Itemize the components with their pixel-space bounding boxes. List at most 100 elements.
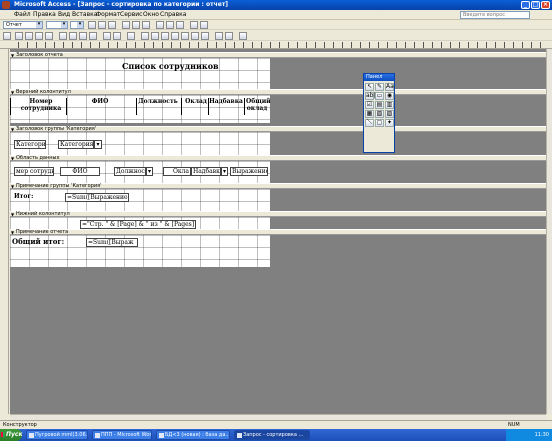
field-total-expression[interactable]: Выражение1 xyxy=(230,167,268,176)
menu-window[interactable]: Окно xyxy=(143,11,159,19)
section-page-header[interactable]: Номер сотрудника ФИО Должность Оклад Над… xyxy=(10,95,271,123)
column-header-position[interactable]: Должность xyxy=(136,98,180,105)
maximize-button[interactable]: □ xyxy=(531,1,540,9)
field-position[interactable]: Должност xyxy=(114,167,146,176)
column-header-employee-number[interactable]: Номер сотрудника xyxy=(18,98,64,112)
column-header-bonus[interactable]: Надбавка xyxy=(208,98,244,105)
taskbar-item-2[interactable]: ППП - Microsoft Word xyxy=(92,430,152,440)
more-controls-icon[interactable]: ✦ xyxy=(385,119,394,127)
underline-icon[interactable] xyxy=(108,21,116,29)
font-combo[interactable] xyxy=(46,21,68,29)
section-group-header[interactable]: Категория Категория ▾ xyxy=(10,132,270,155)
align-center-icon[interactable] xyxy=(132,21,140,29)
bound-object-icon[interactable]: ▨ xyxy=(385,110,394,118)
save-icon[interactable] xyxy=(15,32,23,40)
control-wizards-icon[interactable]: ✎ xyxy=(375,83,384,91)
font-color-icon[interactable] xyxy=(166,21,174,29)
object-combo[interactable]: Отчет xyxy=(3,21,43,29)
undo-icon[interactable] xyxy=(103,32,111,40)
column-header-salary[interactable]: Оклад xyxy=(182,98,210,105)
option-button-icon[interactable]: ◉ xyxy=(385,92,394,100)
toolbox-palette[interactable]: Панел ↖ ✎ Aa ab| ▭ ◉ ☑ ▤ ▥ ▦ ▧ ▨ ＼ ▢ ✦ xyxy=(363,73,395,153)
option-group-icon[interactable]: ▭ xyxy=(375,92,384,100)
field-employee-number[interactable]: мер сотрудн xyxy=(14,167,54,176)
toolbox-icon[interactable] xyxy=(151,32,159,40)
column-header-total-salary[interactable]: Общий оклад xyxy=(246,98,271,112)
unbound-object-icon[interactable]: ▧ xyxy=(375,110,384,118)
minimize-button[interactable]: _ xyxy=(521,1,530,9)
start-button[interactable]: Пуск xyxy=(0,429,23,441)
section-report-header[interactable]: Список сотрудников xyxy=(10,58,270,89)
textbox-tool-icon[interactable]: ab| xyxy=(365,92,376,100)
bold-icon[interactable] xyxy=(88,21,96,29)
label-tool-icon[interactable]: Aa xyxy=(385,83,394,91)
view-icon[interactable] xyxy=(3,32,11,40)
fill-color-icon[interactable] xyxy=(156,21,164,29)
build-icon[interactable] xyxy=(201,32,209,40)
format-painter-icon[interactable] xyxy=(89,32,97,40)
group-field-dropdown-icon[interactable]: ▾ xyxy=(94,140,102,149)
menu-format[interactable]: Формат xyxy=(96,11,120,19)
select-objects-icon[interactable]: ↖ xyxy=(365,83,374,91)
line-color-icon[interactable] xyxy=(176,21,184,29)
position-dropdown-icon[interactable]: ▾ xyxy=(146,167,153,176)
align-right-icon[interactable] xyxy=(142,21,150,29)
field-list-icon[interactable] xyxy=(141,32,149,40)
page-number-expression[interactable]: ="Стр. " & [Page] & " из " & [Pages] xyxy=(80,220,196,229)
properties-icon[interactable] xyxy=(191,32,199,40)
code-icon[interactable] xyxy=(181,32,189,40)
report-total-expression[interactable]: =Sum([Выраж xyxy=(86,238,138,247)
checkbox-tool-icon[interactable]: ☑ xyxy=(365,101,374,109)
redo-icon[interactable] xyxy=(113,32,121,40)
preview-icon[interactable] xyxy=(35,32,43,40)
vertical-scrollbar[interactable] xyxy=(546,49,552,414)
align-left-icon[interactable] xyxy=(122,21,130,29)
section-detail[interactable]: мер сотрудн ФИО Должност ▾ Окла Надбавка… xyxy=(10,161,270,183)
paste-icon[interactable] xyxy=(79,32,87,40)
italic-icon[interactable] xyxy=(98,21,106,29)
group-total-expression[interactable]: =Sum([Выражение1]) xyxy=(65,193,129,202)
menu-view[interactable]: Вид xyxy=(58,11,70,19)
field-salary[interactable]: Окла xyxy=(163,167,191,176)
menu-tools[interactable]: Сервис xyxy=(120,11,142,19)
combo-box-icon[interactable]: ▤ xyxy=(375,101,384,109)
list-box-icon[interactable]: ▥ xyxy=(385,101,394,109)
help-search-input[interactable]: Введите вопрос xyxy=(460,11,530,19)
cut-icon[interactable] xyxy=(59,32,67,40)
field-bonus[interactable]: Надбавка xyxy=(191,167,221,176)
image-tool-icon[interactable]: ▦ xyxy=(365,110,374,118)
taskbar-item-1[interactable]: Пугровой mml(3.06.2... xyxy=(26,430,88,440)
section-page-footer[interactable]: ="Стр. " & [Page] & " из " & [Pages] xyxy=(10,217,270,229)
column-header-fio[interactable]: ФИО xyxy=(70,98,130,105)
line-tool-icon[interactable]: ＼ xyxy=(365,119,374,127)
group-total-label[interactable]: Итог: xyxy=(14,193,33,200)
section-group-footer[interactable]: Итог: =Sum([Выражение1]) xyxy=(10,189,270,211)
hyperlink-icon[interactable] xyxy=(127,32,135,40)
special-effect-icon[interactable] xyxy=(200,21,208,29)
report-total-label[interactable]: Общий итог: xyxy=(12,238,64,246)
section-report-footer[interactable]: Общий итог: =Sum([Выраж xyxy=(10,235,270,267)
new-object-icon[interactable] xyxy=(225,32,233,40)
rectangle-tool-icon[interactable]: ▢ xyxy=(375,119,384,127)
copy-icon[interactable] xyxy=(69,32,77,40)
taskbar-item-4[interactable]: Запрос - сортировка ... xyxy=(234,430,310,440)
group-label[interactable]: Категория xyxy=(14,140,46,149)
field-fio[interactable]: ФИО xyxy=(60,167,100,176)
menu-file[interactable]: Файл xyxy=(14,11,31,19)
sorting-grouping-icon[interactable] xyxy=(161,32,169,40)
system-tray-clock[interactable]: 11:30 xyxy=(506,429,552,441)
menu-insert[interactable]: Вставка xyxy=(72,11,97,19)
taskbar-item-3[interactable]: БД<3 (новая) : база да... xyxy=(156,430,230,440)
report-title[interactable]: Список сотрудников xyxy=(122,62,219,71)
toolbox-title[interactable]: Панел xyxy=(364,74,394,81)
database-window-icon[interactable] xyxy=(215,32,223,40)
spelling-icon[interactable] xyxy=(45,32,53,40)
menu-edit[interactable]: Правка xyxy=(33,11,56,19)
bonus-dropdown-icon[interactable]: ▾ xyxy=(221,167,228,176)
menu-help[interactable]: Справка xyxy=(160,11,186,19)
size-combo[interactable] xyxy=(70,21,84,29)
autoformat-icon[interactable] xyxy=(171,32,179,40)
close-button[interactable]: × xyxy=(541,1,550,9)
line-width-icon[interactable] xyxy=(190,21,198,29)
print-icon[interactable] xyxy=(25,32,33,40)
